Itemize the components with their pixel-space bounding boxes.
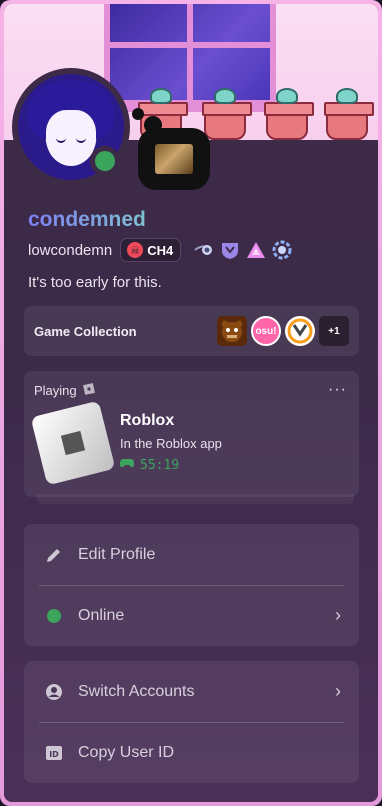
banner-plant-art	[336, 88, 358, 104]
profile-popout-frame: condemned lowcondemn ☠ CH4 It's too earl…	[0, 0, 382, 806]
activity-header: Playing	[34, 383, 349, 398]
hypesquad-orb-icon[interactable]	[193, 239, 215, 261]
badge-list	[193, 239, 293, 261]
osu-icon-label: osu!	[255, 325, 277, 337]
osu-icon[interactable]: osu!	[251, 316, 281, 346]
banner-pot-art	[264, 102, 314, 140]
game-collection-panel[interactable]: Game Collection osu! +1	[24, 306, 359, 356]
bio-text: It's too early for this.	[28, 274, 162, 291]
skull-icon: ☠	[127, 242, 144, 258]
online-dot-icon	[44, 608, 64, 624]
nitro-ring-icon[interactable]	[271, 239, 293, 261]
activity-header-label: Playing	[34, 383, 77, 398]
overwatch-icon[interactable]	[285, 316, 315, 346]
more-games-count[interactable]: +1	[319, 316, 349, 346]
shield-badge-icon[interactable]	[219, 239, 241, 261]
banner-pot-art	[202, 102, 252, 140]
username-row: lowcondemn ☠ CH4	[28, 237, 293, 263]
banner-pot-art	[324, 102, 374, 140]
banner-plant-art	[214, 88, 236, 104]
activity-card[interactable]: Playing ··· Roblox In the Roblox app 55:…	[24, 371, 359, 497]
banner-plant-art	[150, 88, 172, 104]
activity-game-name: Roblox	[120, 412, 175, 429]
display-name: condemned	[28, 208, 146, 231]
triangle-badge-icon[interactable]	[245, 239, 267, 261]
custom-status-bubble[interactable]	[138, 128, 210, 190]
roblox-logo-icon	[30, 400, 116, 486]
pencil-icon	[44, 546, 64, 564]
guild-tag[interactable]: ☠ CH4	[120, 238, 182, 262]
chevron-right-icon: ›	[335, 605, 341, 625]
online-status-button[interactable]: Online ›	[24, 585, 359, 646]
fnaf-icon[interactable]	[217, 316, 247, 346]
switch-accounts-label: Switch Accounts	[78, 682, 195, 700]
edit-profile-button[interactable]: Edit Profile	[24, 524, 359, 585]
game-icon-list: osu! +1	[217, 316, 349, 346]
user-circle-icon	[44, 683, 64, 701]
copy-user-id-label: Copy User ID	[78, 743, 175, 761]
account-menu-group: Switch Accounts › ID Copy User ID	[24, 661, 359, 783]
roblox-small-icon	[82, 383, 95, 398]
activity-elapsed: 55:19	[140, 457, 180, 473]
status-bubble-dot	[132, 108, 144, 120]
switch-accounts-button[interactable]: Switch Accounts ›	[24, 661, 359, 722]
activity-timer: 55:19	[120, 457, 222, 473]
guild-tag-label: CH4	[147, 242, 174, 258]
profile-menu-group: Edit Profile Online ›	[24, 524, 359, 646]
id-card-icon: ID	[44, 745, 64, 761]
activity-detail: In the Roblox app	[120, 436, 222, 451]
activity-body: Roblox In the Roblox app 55:19	[30, 400, 349, 486]
activity-stack-edge	[36, 494, 354, 504]
banner-window-art	[104, 4, 276, 106]
chevron-right-icon: ›	[335, 681, 341, 701]
banner-plant-art	[276, 88, 298, 104]
activity-more-button[interactable]: ···	[328, 381, 347, 399]
online-status-label: Online	[78, 606, 125, 624]
username: lowcondemn	[28, 241, 113, 259]
game-collection-label: Game Collection	[34, 323, 137, 339]
activity-text: Roblox In the Roblox app 55:19	[120, 408, 222, 478]
online-status-indicator	[90, 146, 120, 176]
status-image	[155, 144, 193, 174]
copy-user-id-button[interactable]: ID Copy User ID	[24, 722, 359, 783]
profile-card: condemned lowcondemn ☠ CH4 It's too earl…	[4, 4, 378, 802]
edit-profile-label: Edit Profile	[78, 545, 156, 563]
gamepad-icon	[120, 457, 134, 473]
svg-text:ID: ID	[49, 750, 59, 759]
